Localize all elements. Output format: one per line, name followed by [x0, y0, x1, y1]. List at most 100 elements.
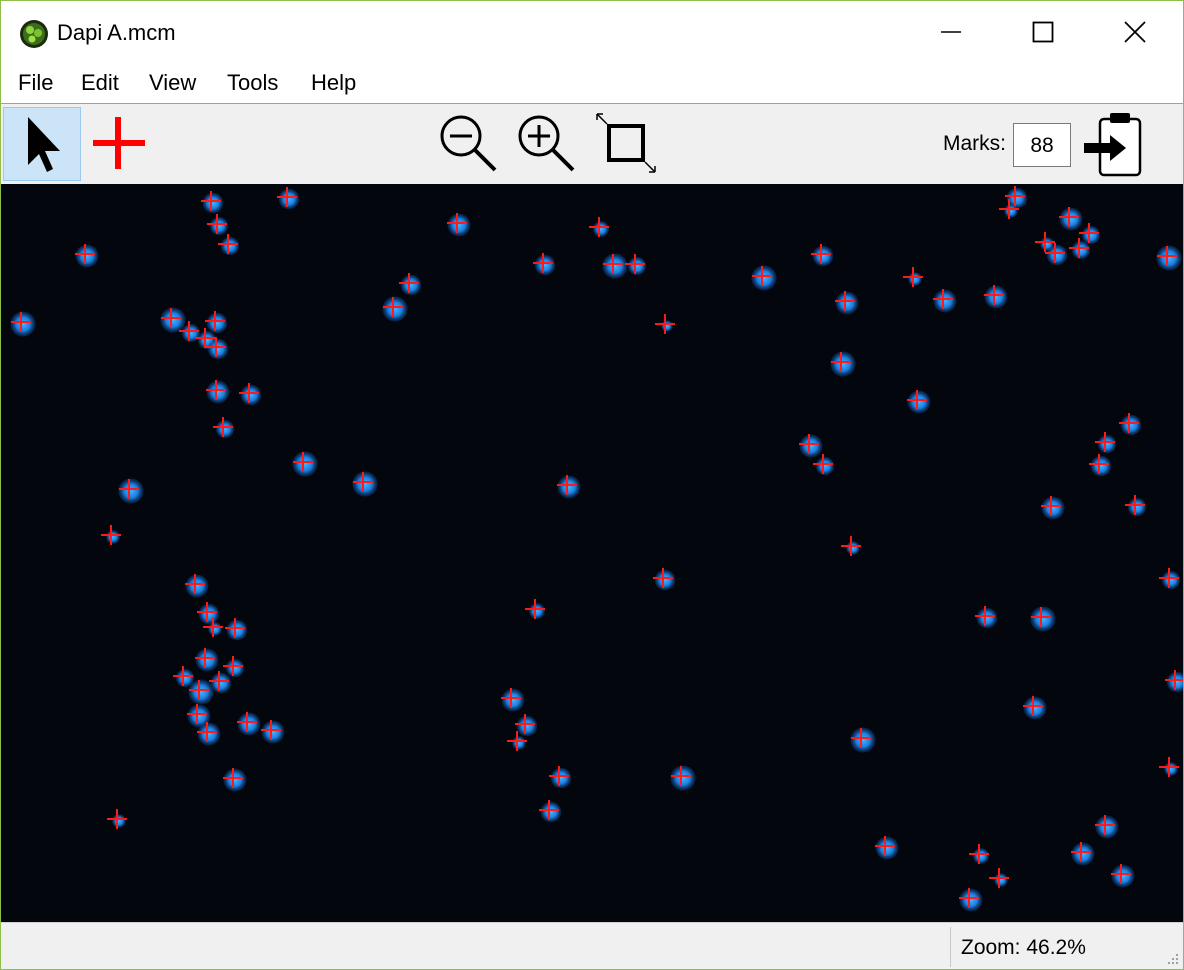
nucleus-spot [209, 216, 229, 236]
image-canvas[interactable] [1, 184, 1183, 922]
menu-view[interactable]: View [149, 70, 196, 96]
app-icon [19, 19, 49, 49]
nucleus-spot [1164, 762, 1178, 776]
nucleus-spot [976, 607, 998, 629]
nucleus-spot [195, 648, 219, 672]
nucleus-spot [984, 285, 1008, 309]
nucleus-spot [181, 323, 201, 343]
mark-cross[interactable] [903, 267, 923, 287]
title-bar[interactable]: Dapi A.mcm [1, 1, 1183, 63]
nucleus-spot [1120, 414, 1142, 436]
mark-cross[interactable] [107, 809, 127, 829]
mark-cross[interactable] [1159, 757, 1179, 777]
mark-cross[interactable] [989, 868, 1009, 888]
nucleus-spot [1081, 225, 1101, 245]
nucleus-spot [352, 471, 378, 497]
nucleus-spot [751, 265, 777, 291]
nucleus-spot [206, 380, 230, 404]
nucleus-spot [226, 619, 248, 641]
zoom-in-icon [518, 115, 575, 172]
marks-layer [11, 186, 1183, 908]
toolbar: Marks: 88 [1, 104, 1183, 184]
nucleus-spot [846, 541, 860, 555]
nucleus-spot [112, 814, 126, 828]
nucleus-spot [106, 530, 120, 544]
close-button[interactable] [1089, 1, 1181, 63]
nucleus-spot [400, 274, 422, 296]
nucleus-spot [1046, 244, 1068, 266]
nucleus-spot [292, 451, 318, 477]
nucleus-spot [1023, 696, 1047, 720]
nucleus-spot [1095, 815, 1119, 839]
nucleus-spot [550, 767, 572, 789]
nucleus-spot [220, 236, 240, 256]
nucleus-spot [202, 192, 224, 214]
nucleus-spot [1071, 842, 1095, 866]
nucleus-spot [185, 574, 209, 598]
nucleus-spot [534, 254, 556, 276]
maximize-button[interactable] [997, 1, 1089, 63]
nucleus-spot [907, 390, 931, 414]
microscopy-image[interactable] [1, 184, 1183, 922]
nucleus-spot [118, 478, 144, 504]
mark-cross[interactable] [101, 525, 121, 545]
fit-to-window-button[interactable] [589, 107, 663, 179]
nucleus-spot [830, 351, 856, 377]
nucleus-spot [516, 715, 538, 737]
export-button[interactable] [1079, 107, 1145, 179]
menu-help[interactable]: Help [311, 70, 356, 96]
mark-tool-button[interactable] [83, 107, 155, 179]
export-clipboard-icon [1084, 113, 1142, 177]
nucleus-spot [1127, 497, 1147, 517]
nucleus-spot [875, 836, 899, 860]
nucleus-spot [557, 475, 581, 499]
nucleus-spot [1004, 204, 1018, 218]
nucleus-spot [210, 672, 232, 694]
zoom-out-button[interactable] [431, 107, 505, 179]
nucleus-spot [208, 622, 222, 636]
nucleus-spot [512, 736, 526, 750]
nucleus-spot [223, 768, 247, 792]
nucleus-spot [592, 220, 610, 238]
menu-tools[interactable]: Tools [227, 70, 278, 96]
nucleus-spot [1156, 245, 1182, 271]
status-divider [950, 927, 951, 967]
resize-grip-icon[interactable] [1165, 952, 1179, 966]
pointer-tool-button[interactable] [3, 107, 81, 181]
nucleus-spot [1059, 207, 1083, 231]
nucleus-spot [1161, 570, 1181, 590]
nucleus-spot [75, 244, 99, 268]
fit-to-window-icon [596, 113, 656, 173]
mark-cross[interactable] [655, 314, 675, 334]
nucleus-spot [661, 320, 673, 332]
nucleus-spot [207, 338, 229, 360]
mark-cross[interactable] [841, 536, 861, 556]
nucleus-spot [654, 569, 676, 591]
nucleus-spot [198, 603, 220, 625]
zoom-in-button[interactable] [509, 107, 583, 179]
nucleus-spot [959, 888, 983, 912]
menu-edit[interactable]: Edit [81, 70, 119, 96]
minimize-button[interactable] [905, 1, 997, 63]
window-title: Dapi A.mcm [57, 20, 176, 45]
menu-file[interactable]: File [18, 70, 53, 96]
nucleus-spot [1111, 864, 1135, 888]
nucleus-spot [850, 727, 876, 753]
nucleus-spot [1041, 496, 1065, 520]
nucleus-spot [215, 419, 235, 439]
marks-label: Marks: [943, 132, 1006, 155]
nucleus-spot [206, 312, 228, 334]
nucleus-spot [994, 873, 1008, 887]
nucleus-spot [10, 311, 36, 337]
close-icon [1124, 21, 1146, 43]
pointer-tool-icon [28, 117, 60, 172]
nucleus-spot [540, 801, 562, 823]
app-window: Dapi A.mcm File Edit View Tools Help Mar… [0, 0, 1184, 970]
nucleus-spot [908, 272, 922, 286]
nucleus-spot [933, 289, 957, 313]
nucleus-spot [1097, 434, 1117, 454]
status-bar: Zoom: 46.2% [1, 922, 1183, 969]
nucleus-spot [382, 296, 408, 322]
nucleus-spot [240, 384, 262, 406]
nucleus-spot [237, 712, 261, 736]
